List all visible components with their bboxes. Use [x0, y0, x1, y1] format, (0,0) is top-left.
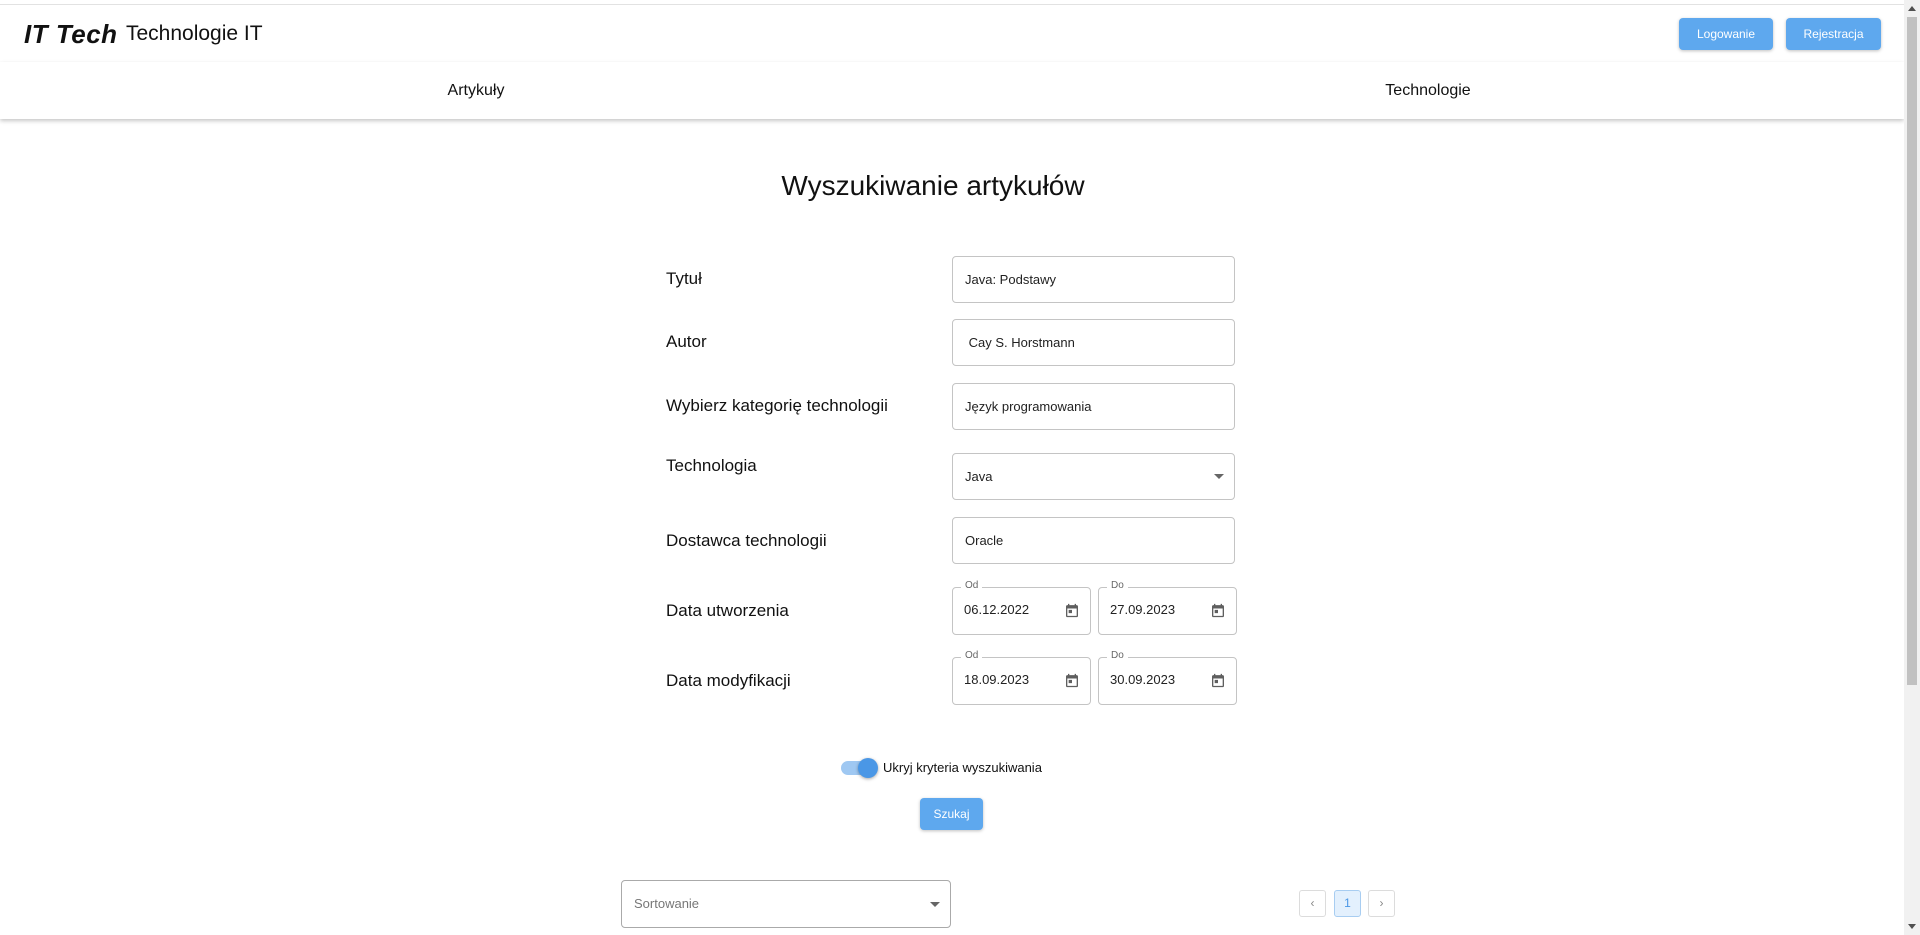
modified-to-legend: Do	[1107, 650, 1128, 661]
calendar-icon[interactable]	[1210, 672, 1226, 689]
pagination-next-button[interactable]: ›	[1368, 890, 1395, 917]
modified-from-input[interactable]	[964, 672, 1054, 687]
category-input[interactable]	[952, 383, 1235, 430]
created-to-field[interactable]: Do	[1098, 580, 1237, 635]
modified-date-label: Data modyfikacji	[666, 671, 791, 690]
technology-select-box[interactable]: Java	[952, 453, 1235, 500]
nav-item-articles[interactable]: Artykuły	[0, 62, 952, 119]
sort-placeholder: Sortowanie	[634, 896, 700, 911]
calendar-icon[interactable]	[1064, 602, 1080, 619]
created-to-legend: Do	[1107, 580, 1128, 591]
scroll-down-icon[interactable]	[1908, 924, 1916, 929]
nav-bar: Artykuły Technologie	[0, 62, 1904, 119]
created-from-input[interactable]	[964, 602, 1054, 617]
sort-select[interactable]: Sortowanie	[621, 880, 951, 928]
page-title: Wyszukiwanie artykułów	[781, 170, 1085, 201]
top-bar: IT Tech Technologie IT Logowanie Rejestr…	[0, 4, 1904, 63]
page: IT Tech Technologie IT Logowanie Rejestr…	[0, 0, 1904, 935]
modified-from-legend: Od	[961, 650, 983, 661]
created-to-input[interactable]	[1110, 602, 1200, 617]
pagination-prev-button[interactable]: ‹	[1299, 890, 1326, 917]
vendor-input[interactable]	[952, 517, 1235, 564]
nav-item-technologies[interactable]: Technologie	[952, 62, 1904, 119]
pagination-page-1[interactable]: 1	[1334, 890, 1361, 917]
author-input[interactable]	[952, 319, 1235, 366]
calendar-icon[interactable]	[1210, 602, 1226, 619]
technology-label: Technologia	[666, 456, 757, 475]
chevron-down-icon	[1214, 474, 1224, 479]
chevron-down-icon	[930, 902, 940, 907]
vendor-label: Dostawca technologii	[666, 531, 827, 550]
created-from-legend: Od	[961, 580, 983, 591]
modified-to-field[interactable]: Do	[1098, 650, 1237, 705]
calendar-icon[interactable]	[1064, 672, 1080, 689]
search-button[interactable]: Szukaj	[920, 798, 983, 830]
modified-from-field[interactable]: Od	[952, 650, 1091, 705]
author-label: Autor	[666, 332, 707, 351]
modified-to-input[interactable]	[1110, 672, 1200, 687]
hide-criteria-label[interactable]: Ukryj kryteria wyszukiwania	[883, 760, 1042, 775]
login-button[interactable]: Logowanie	[1679, 18, 1773, 50]
category-label: Wybierz kategorię technologii	[666, 396, 888, 415]
sort-select-box[interactable]: Sortowanie	[621, 880, 951, 928]
brand-subtitle: Technologie IT	[126, 22, 263, 45]
vertical-scrollbar[interactable]	[1904, 0, 1920, 935]
technology-select-value: Java	[965, 469, 993, 484]
created-date-label: Data utworzenia	[666, 601, 789, 620]
logo[interactable]: IT Tech	[24, 19, 118, 50]
title-label: Tytuł	[666, 269, 702, 288]
technology-select[interactable]: Java	[952, 453, 1235, 500]
register-button[interactable]: Rejestracja	[1786, 18, 1881, 50]
toggle-thumb	[858, 758, 878, 778]
created-from-field[interactable]: Od	[952, 580, 1091, 635]
scrollbar-thumb[interactable]	[1907, 17, 1917, 685]
hide-criteria-toggle[interactable]	[841, 758, 878, 778]
scroll-up-icon[interactable]	[1908, 6, 1916, 11]
title-input[interactable]	[952, 256, 1235, 303]
